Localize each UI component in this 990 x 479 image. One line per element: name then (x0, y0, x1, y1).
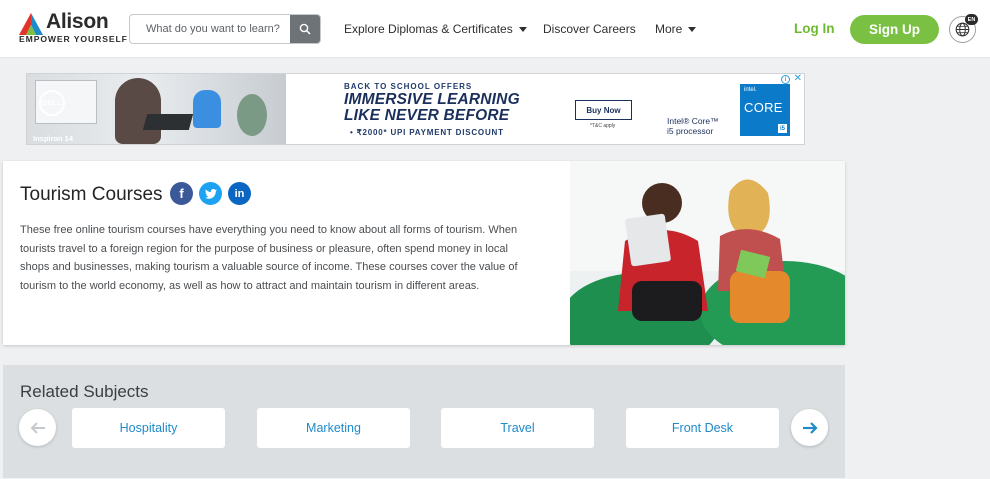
subject-chip-front-desk[interactable]: Front Desk (626, 408, 779, 448)
ad-processor-line2: i5 processor (667, 126, 714, 136)
chevron-down-icon (518, 26, 527, 32)
login-link[interactable]: Log In (794, 21, 835, 36)
signup-button[interactable]: Sign Up (850, 15, 939, 44)
ad-processor-text: Intel® Core™ i5 processor (667, 116, 719, 136)
nav-explore-label: Explore Diplomas & Certificates (344, 22, 513, 36)
search-input[interactable] (130, 15, 292, 43)
facebook-share-button[interactable]: f (170, 182, 193, 205)
chevron-down-icon (688, 26, 697, 32)
carousel-next-button[interactable] (791, 409, 828, 446)
category-intro-card: Tourism Courses f in These free online t… (3, 161, 845, 345)
language-badge: EN (965, 14, 978, 25)
alison-logo[interactable]: Alison EMPOWER YOURSELF (19, 10, 127, 47)
ad-kicker: BACK TO SCHOOL OFFERS (344, 82, 473, 91)
ad-offer: • ₹2000* UPI PAYMENT DISCOUNT (350, 128, 504, 137)
twitter-icon (204, 188, 217, 199)
intel-brand: intel. (744, 87, 757, 93)
language-selector[interactable]: EN (949, 14, 978, 43)
subject-chip-travel[interactable]: Travel (441, 408, 594, 448)
category-description: These free online tourism courses have e… (20, 224, 518, 293)
ad-close-icon[interactable]: ✕ (794, 74, 802, 84)
facebook-icon: f (179, 186, 184, 201)
brand-tagline: EMPOWER YOURSELF (19, 34, 128, 44)
intel-tier: i5 (778, 124, 787, 133)
ad-image: DELL Inspiron 14 (27, 74, 286, 144)
ad-processor-line1: Intel® Core™ (667, 116, 719, 126)
subject-chip-marketing[interactable]: Marketing (257, 408, 410, 448)
nav-more[interactable]: More (655, 22, 697, 36)
alison-logo-icon (19, 13, 43, 35)
nav-careers-label: Discover Careers (543, 22, 636, 36)
ad-headline-line2: LIKE NEVER BEFORE (344, 107, 510, 124)
intel-core-label: CORE (744, 100, 783, 115)
arrow-left-icon (30, 421, 45, 434)
ad-choices-icon[interactable]: i (781, 75, 790, 84)
ad-buy-now-button[interactable]: Buy Now (575, 100, 632, 120)
subject-chip-hospitality[interactable]: Hospitality (72, 408, 225, 448)
ad-banner[interactable]: DELL Inspiron 14 BACK TO SCHOOL OFFERS I… (26, 73, 805, 145)
dell-logo: DELL (39, 90, 65, 116)
linkedin-icon: in (234, 187, 245, 200)
twitter-share-button[interactable] (199, 182, 222, 205)
arrow-right-icon (802, 421, 818, 434)
site-header: Alison EMPOWER YOURSELF Explore Diplomas… (0, 0, 990, 58)
ad-bust-shape (193, 90, 221, 128)
search-box (129, 14, 321, 44)
intel-core-badge: intel. CORE i5 (740, 84, 790, 136)
linkedin-share-button[interactable]: in (228, 182, 251, 205)
carousel-prev-button[interactable] (19, 409, 56, 446)
search-button[interactable] (290, 15, 320, 43)
ad-plant-shape (237, 94, 267, 136)
related-subjects-title: Related Subjects (20, 382, 149, 401)
ad-headline: IMMERSIVE LEARNING LIKE NEVER BEFORE (344, 92, 520, 124)
ad-terms: *T&C apply (590, 123, 616, 129)
hero-image (570, 161, 845, 345)
ad-laptop-model: Inspiron 14 (33, 134, 74, 143)
ad-laptop-shape (142, 114, 194, 130)
hero-photo-illustration (570, 161, 845, 345)
ad-person-shape (115, 78, 161, 144)
brand-name: Alison (46, 10, 109, 33)
nav-more-label: More (655, 22, 683, 36)
nav-explore-diplomas[interactable]: Explore Diplomas & Certificates (344, 22, 527, 36)
page-title: Tourism Courses (20, 184, 163, 205)
related-subjects-section: Related Subjects Hospitality Marketing T… (3, 365, 845, 478)
ad-headline-line1: IMMERSIVE LEARNING (344, 91, 520, 108)
nav-discover-careers[interactable]: Discover Careers (543, 22, 636, 36)
search-icon (299, 23, 311, 35)
